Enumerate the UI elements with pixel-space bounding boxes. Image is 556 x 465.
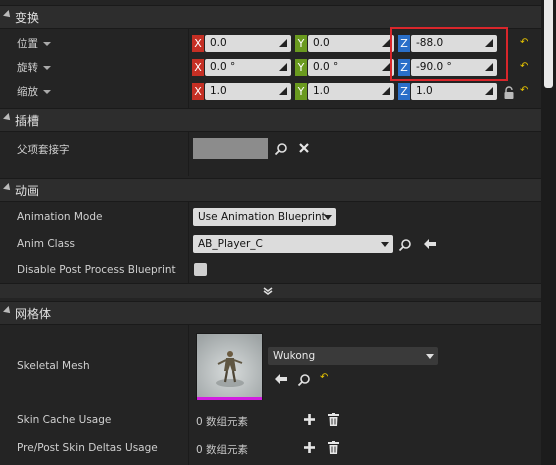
search-icon[interactable] <box>297 373 311 387</box>
trash-icon[interactable] <box>328 413 339 426</box>
skin-cache-label: Skin Cache Usage <box>17 414 112 426</box>
skin-deltas-row: Pre/Post Skin Deltas Usage 0 数组元素 <box>0 437 541 459</box>
scale-z-field[interactable]: 1.0 <box>411 83 497 100</box>
expand-advanced-icon <box>263 287 273 295</box>
disable-post-process-checkbox[interactable] <box>194 263 207 276</box>
skin-deltas-value: 0 数组元素 <box>196 444 249 456</box>
rotation-label[interactable]: 旋转 <box>17 60 51 75</box>
add-icon[interactable] <box>304 442 315 453</box>
disable-post-process-label: Disable Post Process Blueprint <box>17 264 176 276</box>
scale-label[interactable]: 缩放 <box>17 84 51 99</box>
disable-post-process-row: Disable Post Process Blueprint <box>0 260 541 282</box>
axis-x-badge: X <box>192 83 204 100</box>
section-title: 网格体 <box>15 307 52 321</box>
axis-y-badge: Y <box>295 35 307 52</box>
drag-handle-icon <box>485 87 493 95</box>
drag-handle-icon <box>279 39 287 47</box>
anim-class-row: Anim Class AB_Player_C <box>0 233 541 255</box>
collapse-triangle-icon <box>3 306 13 316</box>
collapse-triangle-icon <box>3 10 13 20</box>
reset-to-default-icon[interactable]: ↶ <box>520 85 528 96</box>
drag-handle-icon <box>382 87 390 95</box>
skeletal-mesh-label: Skeletal Mesh <box>17 360 90 372</box>
reset-to-default-icon[interactable]: ↶ <box>520 37 528 48</box>
scrollbar-thumb[interactable] <box>544 0 553 88</box>
animation-mode-label: Animation Mode <box>17 211 103 223</box>
use-selected-arrow-icon[interactable] <box>423 238 437 250</box>
add-icon[interactable] <box>304 414 315 425</box>
scrollbar[interactable] <box>541 0 556 465</box>
search-icon[interactable] <box>274 142 288 156</box>
chevron-down-icon <box>43 90 51 94</box>
scale-row: 缩放 X 1.0 Y 1.0 Z 1.0 ↶ <box>0 81 541 101</box>
reset-to-default-icon[interactable]: ↶ <box>520 61 528 72</box>
skeletal-mesh-row: Skeletal Mesh Wukong ↶ <box>0 330 541 406</box>
rotation-x-field[interactable]: 0.0 ° <box>205 59 291 76</box>
reset-to-default-icon[interactable]: ↶ <box>320 372 328 383</box>
rotation-y-field[interactable]: 0.0 ° <box>308 59 394 76</box>
section-header-animation[interactable]: 动画 <box>0 178 541 202</box>
chevron-down-icon <box>324 215 332 220</box>
parent-socket-row: 父项套接字 <box>0 137 541 161</box>
axis-z-badge: Z <box>398 83 410 100</box>
section-header-transform[interactable]: 变换 <box>0 5 541 29</box>
drag-handle-icon <box>382 63 390 71</box>
location-y-field[interactable]: 0.0 <box>308 35 394 52</box>
scale-y-field[interactable]: 1.0 <box>308 83 394 100</box>
drag-handle-icon <box>279 87 287 95</box>
skeletal-mesh-thumbnail[interactable] <box>196 333 263 400</box>
search-icon[interactable] <box>398 238 412 252</box>
wukong-character-thumbnail <box>197 334 262 400</box>
chevron-down-icon <box>43 66 51 70</box>
animation-mode-row: Animation Mode Use Animation Blueprint <box>0 206 541 228</box>
chevron-down-icon <box>43 42 51 46</box>
skin-deltas-label: Pre/Post Skin Deltas Usage <box>17 442 158 454</box>
collapse-triangle-icon <box>3 113 13 123</box>
section-title: 插槽 <box>15 114 40 128</box>
axis-x-badge: X <box>192 59 204 76</box>
location-label[interactable]: 位置 <box>17 36 51 51</box>
skeletal-mesh-dropdown[interactable]: Wukong <box>268 347 438 365</box>
axis-y-badge: Y <box>295 83 307 100</box>
parent-socket-field[interactable] <box>193 138 268 159</box>
scale-x-field[interactable]: 1.0 <box>205 83 291 100</box>
parent-socket-label: 父项套接字 <box>17 144 70 156</box>
animation-mode-dropdown[interactable]: Use Animation Blueprint <box>193 208 336 226</box>
skin-cache-row: Skin Cache Usage 0 数组元素 <box>0 409 541 431</box>
drag-handle-icon <box>279 63 287 71</box>
use-selected-arrow-icon[interactable] <box>274 373 288 385</box>
section-title: 变换 <box>15 11 40 25</box>
collapse-triangle-icon <box>3 183 13 193</box>
advanced-expander[interactable] <box>0 283 541 298</box>
lock-icon[interactable] <box>503 86 515 100</box>
section-header-mesh[interactable]: 网格体 <box>0 301 541 325</box>
drag-handle-icon <box>382 39 390 47</box>
axis-x-badge: X <box>192 35 204 52</box>
anim-class-dropdown[interactable]: AB_Player_C <box>193 235 393 253</box>
clear-icon[interactable] <box>298 142 310 154</box>
axis-y-badge: Y <box>295 59 307 76</box>
section-title: 动画 <box>15 184 40 198</box>
trash-icon[interactable] <box>328 441 339 454</box>
skin-cache-value: 0 数组元素 <box>196 416 249 428</box>
highlight-box <box>390 27 508 81</box>
chevron-down-icon <box>426 354 434 359</box>
anim-class-label: Anim Class <box>17 238 75 250</box>
location-x-field[interactable]: 0.0 <box>205 35 291 52</box>
chevron-down-icon <box>381 242 389 247</box>
section-header-socket[interactable]: 插槽 <box>0 108 541 132</box>
